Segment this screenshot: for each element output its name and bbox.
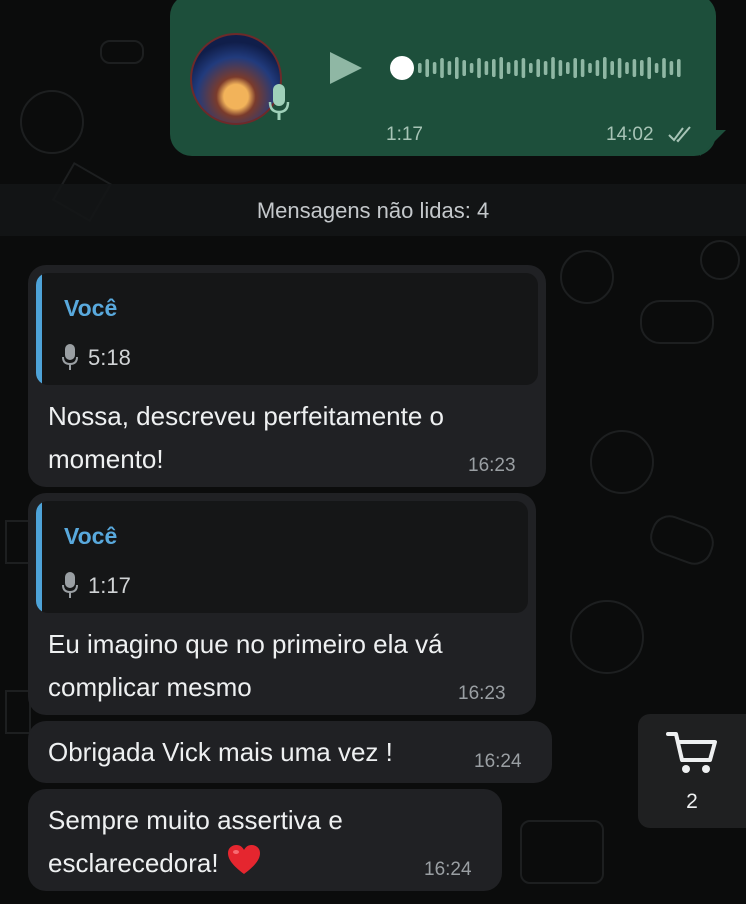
quoted-voice-reply[interactable]: Você 5:18 xyxy=(36,273,538,385)
incoming-message[interactable]: Você 5:18 Nossa, descreveu perfeitamente… xyxy=(28,265,546,487)
incoming-message[interactable]: Obrigada Vick mais uma vez ! 16:24 xyxy=(28,721,552,783)
message-text-line: Nossa, descreveu perfeitamente o xyxy=(48,401,444,431)
quote-author: Você xyxy=(64,523,118,549)
quote-accent-bar xyxy=(36,501,42,613)
message-time: 14:02 xyxy=(606,124,654,145)
playback-scrubber[interactable] xyxy=(390,56,414,80)
message-time: 16:23 xyxy=(468,455,516,476)
message-time: 16:24 xyxy=(474,751,522,772)
incoming-message[interactable]: Você 1:17 Eu imagino que no primeiro ela… xyxy=(28,493,536,715)
quoted-voice-reply[interactable]: Você 1:17 xyxy=(36,501,528,613)
microphone-icon xyxy=(62,344,78,370)
message-text-line: Sempre muito assertiva e xyxy=(48,805,343,835)
cart-count: 2 xyxy=(686,790,698,813)
bubble-tail xyxy=(700,130,726,156)
message-time: 16:23 xyxy=(458,683,506,704)
cart-button[interactable]: 2 xyxy=(638,714,746,828)
voice-duration: 1:17 xyxy=(386,124,423,145)
incoming-message[interactable]: Sempre muito assertiva e esclarecedora! … xyxy=(28,789,502,891)
quote-author: Você xyxy=(64,295,118,321)
red-heart-icon xyxy=(227,845,260,874)
message-text-line: complicar mesmo xyxy=(48,672,252,702)
quote-duration: 5:18 xyxy=(88,345,131,370)
message-text-line: Obrigada Vick mais uma vez ! xyxy=(48,737,393,767)
unread-messages-label: Mensagens não lidas: 4 xyxy=(256,198,490,223)
play-icon[interactable] xyxy=(328,50,364,86)
message-time: 16:24 xyxy=(424,859,472,880)
message-text-line: momento! xyxy=(48,444,164,474)
audio-waveform[interactable] xyxy=(414,54,686,82)
message-text-line: Eu imagino que no primeiro ela vá xyxy=(48,629,443,659)
quote-accent-bar xyxy=(36,273,42,385)
microphone-icon xyxy=(268,84,290,120)
cart-icon xyxy=(666,732,717,773)
message-text: esclarecedora! xyxy=(48,848,219,878)
double-check-icon xyxy=(668,126,691,143)
message-text-line: esclarecedora! xyxy=(48,842,261,885)
quote-duration: 1:17 xyxy=(88,573,131,598)
microphone-icon xyxy=(62,572,78,598)
